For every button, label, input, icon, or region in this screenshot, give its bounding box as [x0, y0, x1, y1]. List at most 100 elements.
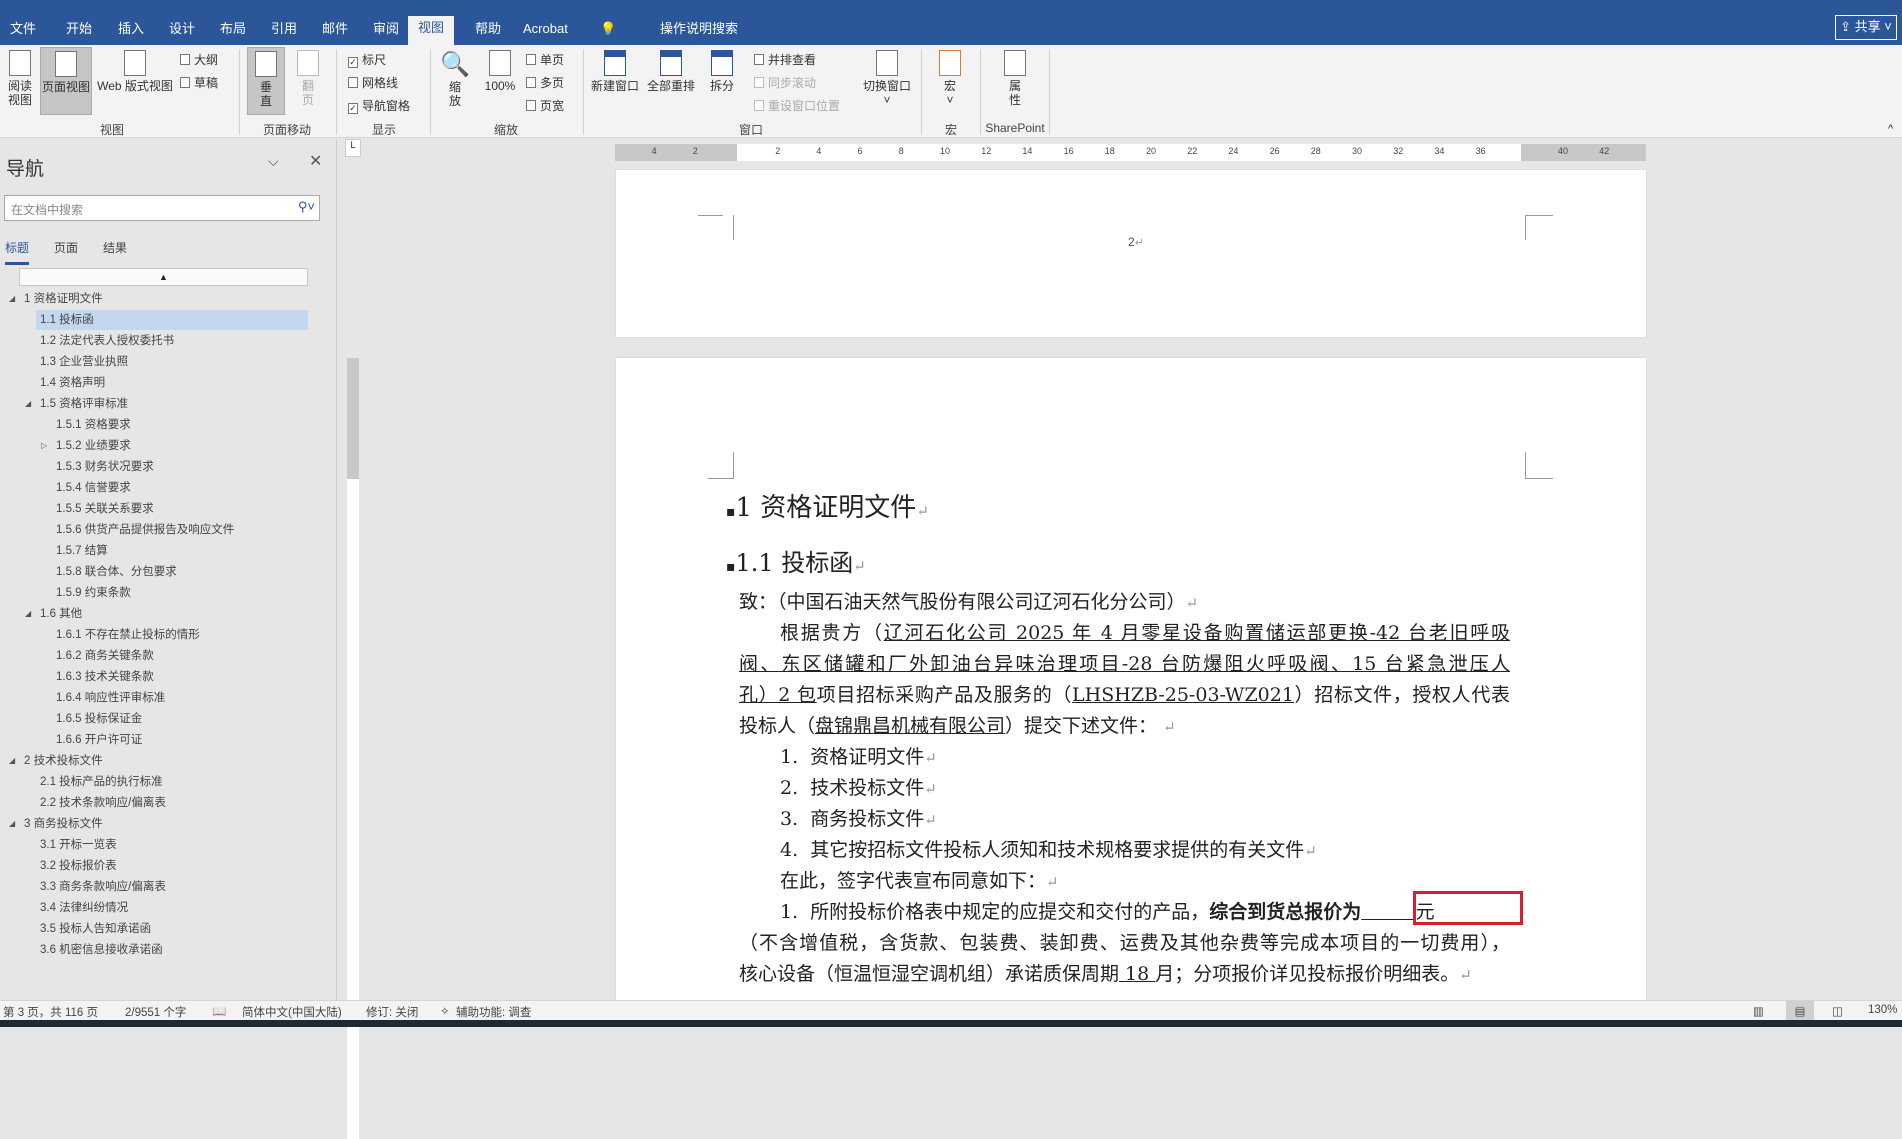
tab-4[interactable]: 布局	[218, 18, 248, 45]
nav-heading-item[interactable]: 1.6.2 商务关键条款	[36, 646, 308, 666]
nav-heading-item[interactable]: 1.6.1 不存在禁止投标的情形	[36, 625, 308, 645]
collapsed-triangle-icon[interactable]: ▷	[41, 441, 47, 450]
collapse-ribbon-icon[interactable]: ^	[1888, 123, 1893, 135]
share-button[interactable]: ⇪ 共享 ˅	[1835, 15, 1897, 40]
accessibility-status[interactable]: 辅助功能: 调查	[456, 1004, 531, 1020]
nav-heading-item[interactable]: 1 资格证明文件	[20, 289, 310, 309]
nav-heading-item[interactable]: 1.5.8 联合体、分包要求	[36, 562, 308, 582]
page-width-button[interactable]: 页宽	[526, 97, 564, 114]
switch-windows-button[interactable]: 切换窗口 ˅	[860, 50, 914, 107]
nav-heading-item[interactable]: 1.6.5 投标保证金	[36, 709, 308, 729]
new-window-button[interactable]: 新建窗口	[590, 50, 640, 93]
tab-9[interactable]: 帮助	[473, 18, 503, 45]
ruler-checkbox[interactable]: ✓ 标尺	[348, 51, 386, 68]
vertical-ruler[interactable]: L	[345, 139, 361, 1139]
tab-1[interactable]: 开始	[64, 18, 94, 45]
read-mode-button[interactable]: 阅读 视图	[4, 50, 36, 107]
tab-0[interactable]: 文件	[8, 18, 38, 45]
chevron-down-icon[interactable]: ⌵	[268, 153, 279, 170]
tab-7[interactable]: 审阅	[371, 18, 401, 45]
macros-button[interactable]: 宏 ˅	[935, 50, 965, 107]
lightbulb-icon[interactable]: 💡	[598, 18, 618, 45]
gridlines-checkbox[interactable]: 网格线	[348, 74, 398, 91]
nav-heading-item[interactable]: 1.5 资格评审标准	[36, 394, 308, 414]
tab-results[interactable]: 结果	[103, 239, 127, 256]
outline-button[interactable]: 大纲	[180, 51, 218, 68]
tell-me-search[interactable]: 操作说明搜索	[658, 18, 740, 45]
nav-heading-item[interactable]: 1.2 法定代表人授权委托书	[36, 331, 308, 351]
nav-heading-item[interactable]: 1.5.4 信誉要求	[36, 478, 308, 498]
arrange-all-button[interactable]: 全部重排	[646, 50, 696, 93]
word-count[interactable]: 2/9551 个字	[125, 1004, 186, 1020]
nav-heading-item[interactable]: 1.5.9 约束条款	[36, 583, 308, 603]
tab-selector[interactable]: L	[345, 139, 361, 157]
tab-5[interactable]: 引用	[269, 18, 299, 45]
nav-heading-item[interactable]: 1.5.2 业绩要求	[36, 436, 308, 456]
split-button[interactable]: 拆分	[702, 50, 742, 93]
side-by-side-button[interactable]: 并排查看	[754, 51, 816, 68]
nav-heading-item[interactable]: 1.1 投标函	[36, 310, 308, 330]
nav-heading-item[interactable]: 2.2 技术条款响应/偏离表	[36, 793, 308, 813]
expanded-triangle-icon[interactable]: ◢	[9, 294, 15, 303]
nav-heading-item[interactable]: 1.5.1 资格要求	[36, 415, 308, 435]
print-layout-button[interactable]: 页面视图	[40, 47, 92, 115]
nav-heading-item[interactable]: 1.6.3 技术关键条款	[36, 667, 308, 687]
expanded-triangle-icon[interactable]: ◢	[25, 609, 31, 618]
tab-headings[interactable]: 标题	[5, 239, 30, 265]
zoom-button[interactable]: 🔍 缩 放	[440, 50, 470, 108]
side-to-side-button[interactable]: 翻 页	[292, 50, 324, 107]
draft-button[interactable]: 草稿	[180, 74, 218, 91]
nav-heading-item[interactable]: 3.6 机密信息接收承诺函	[36, 940, 308, 960]
close-icon[interactable]: ✕	[309, 151, 322, 171]
reset-window-button[interactable]: 重设窗口位置	[754, 97, 840, 114]
expanded-triangle-icon[interactable]: ◢	[9, 819, 15, 828]
proofing-icon[interactable]: 📖	[212, 1004, 226, 1018]
collapse-all-button[interactable]: ▲	[19, 268, 308, 286]
language[interactable]: 简体中文(中国大陆)	[242, 1004, 342, 1020]
tab-8[interactable]: 视图	[408, 16, 455, 45]
nav-heading-item[interactable]: 3.1 开标一览表	[36, 835, 308, 855]
nav-heading-item[interactable]: 1.3 企业营业执照	[36, 352, 308, 372]
nav-heading-item[interactable]: 1.5.3 财务状况要求	[36, 457, 308, 477]
tab-3[interactable]: 设计	[167, 18, 197, 45]
nav-heading-item[interactable]: 2 技术投标文件	[20, 751, 310, 771]
nav-heading-item[interactable]: 3.5 投标人告知承诺函	[36, 919, 308, 939]
page-count[interactable]: 第 3 页，共 116 页	[3, 1004, 98, 1020]
read-mode-icon[interactable]: ▥	[1753, 1004, 1764, 1018]
nav-heading-item[interactable]: 1.5.5 关联关系要求	[36, 499, 308, 519]
one-page-button[interactable]: 单页	[526, 51, 564, 68]
expanded-triangle-icon[interactable]: ◢	[9, 756, 15, 765]
nav-heading-item[interactable]: 3.2 投标报价表	[36, 856, 308, 876]
nav-heading-item[interactable]: 3.4 法律纠纷情况	[36, 898, 308, 918]
sync-scroll-button[interactable]: 同步滚动	[754, 74, 816, 91]
expanded-triangle-icon[interactable]: ◢	[25, 399, 31, 408]
track-changes[interactable]: 修订: 关闭	[366, 1004, 418, 1020]
nav-heading-item[interactable]: 3.3 商务条款响应/偏离表	[36, 877, 308, 897]
nav-heading-item[interactable]: 2.1 投标产品的执行标准	[36, 772, 308, 792]
tab-10[interactable]: Acrobat	[521, 18, 570, 45]
nav-heading-item[interactable]: 1.4 资格声明	[36, 373, 308, 393]
nav-heading-item[interactable]: 1.6 其他	[36, 604, 308, 624]
vertical-button[interactable]: 垂 直	[247, 47, 285, 115]
multiple-pages-button[interactable]: 多页	[526, 74, 564, 91]
nav-heading-item[interactable]: 3 商务投标文件	[20, 814, 310, 834]
nav-heading-item[interactable]: 1.6.4 响应性评审标准	[36, 688, 308, 708]
zoom-level[interactable]: 130%	[1868, 1004, 1897, 1016]
tab-pages[interactable]: 页面	[54, 239, 78, 256]
properties-button[interactable]: 属 性	[998, 50, 1032, 107]
nav-heading-item[interactable]: 1.6.6 开户许可证	[36, 730, 308, 750]
zoom-100-button[interactable]: 100%	[482, 50, 518, 93]
tab-2[interactable]: 插入	[116, 18, 146, 45]
tab-6[interactable]: 邮件	[320, 18, 350, 45]
web-layout-button[interactable]: Web 版式视图	[95, 50, 175, 93]
group-label: 宏	[944, 123, 958, 137]
nav-heading-item[interactable]: 1.5.6 供货产品提供报告及响应文件	[36, 520, 308, 540]
horizontal-ruler[interactable]: 4 2 2 4 6 8 10 12 14 16 18 20 22 24 26 28 30 32 34 36 40 42	[615, 144, 1646, 161]
search-input[interactable]: 在文档中搜索 ⚲˅	[4, 195, 320, 221]
search-icon[interactable]: ⚲˅	[298, 199, 315, 215]
nav-heading-item[interactable]: 1.5.7 结算	[36, 541, 308, 561]
print-layout-icon[interactable]: ▤	[1786, 1001, 1814, 1020]
nav-pane-checkbox[interactable]: ✓ 导航窗格	[348, 97, 410, 114]
web-layout-icon[interactable]: ◫	[1832, 1004, 1843, 1018]
document-page[interactable]: ▪1 资格证明文件↵ ▪1.1 投标函↵ 致：（中国石油天然气股份有限公司辽河石…	[616, 358, 1646, 1000]
